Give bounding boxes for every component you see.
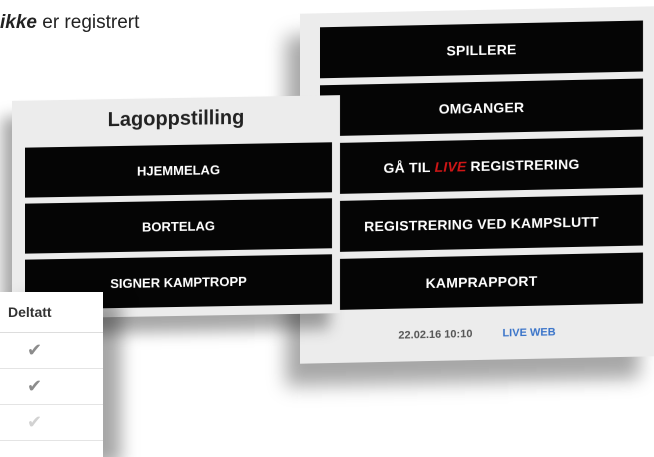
live-registration-live: LIVE bbox=[434, 157, 467, 175]
home-team-button[interactable]: HJEMMELAG bbox=[25, 142, 332, 198]
home-team-label: HJEMMELAG bbox=[136, 161, 221, 179]
post-match-registration-button[interactable]: REGISTRERING VED KAMPSLUTT bbox=[320, 194, 643, 253]
participation-row[interactable]: ✔ bbox=[0, 405, 103, 441]
participation-row[interactable]: ✔ bbox=[0, 369, 103, 405]
intro-rest: er registrert bbox=[36, 12, 140, 33]
check-icon: ✔ bbox=[27, 340, 43, 361]
players-button-label: SPILLERE bbox=[446, 40, 517, 59]
live-registration-post: REGISTRERING bbox=[470, 155, 580, 174]
match-report-label: KAMPRAPPORT bbox=[425, 272, 538, 291]
periods-button[interactable]: OMGANGER bbox=[320, 78, 643, 137]
sign-squad-label: SIGNER KAMPTROPP bbox=[110, 273, 247, 291]
lineup-title: Lagoppstilling bbox=[107, 106, 245, 132]
match-report-button[interactable]: KAMPRAPPORT bbox=[320, 252, 643, 311]
participation-panel: Deltatt ✔ ✔ ✔ bbox=[0, 292, 103, 457]
check-icon: ✔ bbox=[27, 376, 43, 397]
live-web-link[interactable]: LIVE WEB bbox=[502, 326, 555, 339]
participation-header: Deltatt bbox=[0, 292, 103, 333]
match-meta: 22.02.16 10:10 LIVE WEB bbox=[300, 324, 654, 343]
match-datetime: 22.02.16 10:10 bbox=[398, 328, 473, 342]
periods-button-label: OMGANGER bbox=[438, 98, 525, 117]
lineup-card: Lagoppstilling HJEMMELAG BORTELAG SIGNER… bbox=[12, 95, 340, 319]
post-match-registration-label: REGISTRERING VED KAMPSLUTT bbox=[364, 212, 599, 234]
intro-emphasis: ikke bbox=[0, 12, 37, 33]
players-button[interactable]: SPILLERE bbox=[320, 20, 643, 79]
live-registration-button[interactable]: GÅ TIL LIVE REGISTRERING bbox=[320, 136, 643, 195]
intro-text: ikke er registrert bbox=[0, 12, 139, 34]
match-menu-card: SPILLERE OMGANGER GÅ TIL LIVE REGISTRERI… bbox=[300, 6, 654, 364]
live-registration-pre: GÅ TIL bbox=[383, 158, 431, 176]
away-team-button[interactable]: BORTELAG bbox=[25, 198, 332, 254]
check-icon: ✔ bbox=[27, 412, 43, 433]
participation-row[interactable]: ✔ bbox=[0, 333, 103, 369]
away-team-label: BORTELAG bbox=[142, 217, 215, 235]
